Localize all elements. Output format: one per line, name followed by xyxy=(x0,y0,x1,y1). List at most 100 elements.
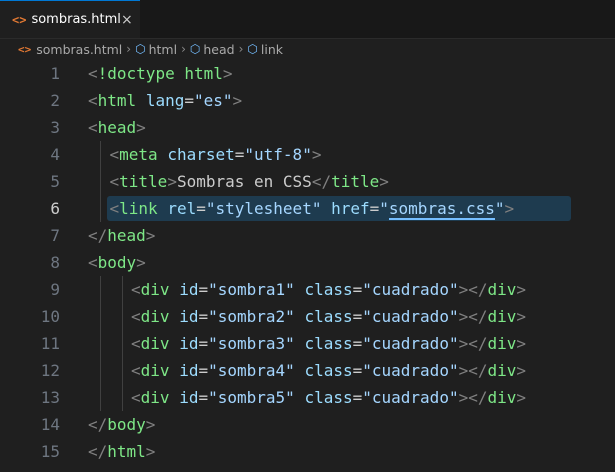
code-line[interactable]: 1 <!doctype html> xyxy=(0,60,615,87)
code-line[interactable]: 4 <meta charset="utf-8"> xyxy=(0,141,615,168)
line-number: 7 xyxy=(50,226,60,245)
code-token: div xyxy=(487,307,517,326)
line-number: 1 xyxy=(50,64,60,83)
code-line[interactable]: 3 <head> xyxy=(0,114,615,141)
line-number: 14 xyxy=(40,415,60,434)
code-token: meta xyxy=(119,145,158,164)
breadcrumb-item-head[interactable]: head xyxy=(203,42,234,57)
code-text: <div id="sombra2" class="cuadrado"></div… xyxy=(131,303,526,330)
code-token: > xyxy=(136,253,146,272)
code-text: <link rel="stylesheet" href="sombras.css… xyxy=(110,195,514,222)
code-token: class xyxy=(304,388,353,407)
code-line[interactable]: 7 </head> xyxy=(0,222,615,249)
code-token: html xyxy=(97,91,137,110)
code-token: ></ xyxy=(458,280,488,299)
indent-guide xyxy=(122,303,123,330)
chevron-right-icon: › xyxy=(238,42,244,56)
code-token: href xyxy=(331,199,370,218)
indent-guide xyxy=(122,357,123,384)
code-token: link xyxy=(119,199,158,218)
code-token: > xyxy=(516,280,527,299)
code-token: "cuadrado" xyxy=(362,280,459,299)
code-token: > xyxy=(516,388,527,407)
line-number: 3 xyxy=(50,118,60,137)
code-token: = xyxy=(352,307,363,326)
code-line[interactable]: 8 <body> xyxy=(0,249,615,276)
html-file-icon: <> xyxy=(12,12,27,27)
code-token: id xyxy=(179,361,199,380)
code-token: "cuadrado" xyxy=(362,334,459,353)
line-number: 4 xyxy=(50,145,60,164)
code-text: </html> xyxy=(88,438,155,465)
line-number: 12 xyxy=(40,361,60,380)
code-text: <div id="sombra1" class="cuadrado"></div… xyxy=(131,276,526,303)
tab-sombras-html[interactable]: <> sombras.html × xyxy=(0,0,140,38)
code-token: head xyxy=(107,226,146,245)
code-token: "sombra4" xyxy=(208,361,295,380)
code-line[interactable]: 2 <html lang="es"> xyxy=(0,87,615,114)
code-token: < xyxy=(131,361,141,380)
indent-guide xyxy=(100,303,101,330)
code-line[interactable]: 15 </html> xyxy=(0,438,615,465)
code-token: div xyxy=(140,334,170,353)
code-text: </body> xyxy=(88,411,155,438)
code-line[interactable]: 12 <div id="sombra4" class="cuadrado"></d… xyxy=(0,357,615,384)
code-token: " xyxy=(379,199,389,218)
code-editor[interactable]: 1 <!doctype html> 2 <html lang="es"> 3 <head>… xyxy=(0,60,615,472)
code-line[interactable]: 11 <div id="sombra3" class="cuadrado"></d… xyxy=(0,330,615,357)
code-token: "es" xyxy=(193,91,233,110)
code-line[interactable]: 10 <div id="sombra2" class="cuadrado"></d… xyxy=(0,303,615,330)
code-token: Sombras en CSS xyxy=(176,172,312,191)
code-token: < xyxy=(131,307,141,326)
code-token: = xyxy=(352,280,363,299)
code-token: = xyxy=(234,145,245,164)
code-token: = xyxy=(198,388,209,407)
code-token: div xyxy=(487,334,517,353)
close-icon[interactable]: × xyxy=(121,12,133,28)
html-file-icon: <> xyxy=(18,42,32,56)
code-token: id xyxy=(179,307,199,326)
code-line[interactable]: 14 </body> xyxy=(0,411,615,438)
code-token: lang xyxy=(145,91,185,110)
breadcrumb-item-html[interactable]: html xyxy=(149,42,177,57)
code-line[interactable]: 13 <div id="sombra5" class="cuadrado"></d… xyxy=(0,384,615,411)
code-token: = xyxy=(369,199,380,218)
code-token: div xyxy=(140,388,170,407)
code-token: </ xyxy=(88,415,108,434)
code-line[interactable]: 6 <link rel="stylesheet" href="sombras.cs… xyxy=(0,195,615,222)
code-token: title xyxy=(119,172,168,191)
chevron-right-icon: › xyxy=(181,42,186,56)
breadcrumb: <> sombras.html › ⬡ html › ⬡ head › ⬡ li… xyxy=(0,38,615,60)
code-token: ></ xyxy=(458,334,488,353)
code-token: sombras.css xyxy=(388,199,495,220)
indent-guide xyxy=(100,195,101,222)
breadcrumb-file[interactable]: sombras.html xyxy=(36,42,122,57)
indent-guide xyxy=(122,384,123,411)
breadcrumb-item-link[interactable]: link xyxy=(261,42,283,57)
line-number: 2 xyxy=(50,91,60,110)
code-line[interactable]: 5 <title>Sombras en CSS</title> xyxy=(0,168,615,195)
code-token: "cuadrado" xyxy=(362,307,459,326)
code-token: "sombra3" xyxy=(208,334,295,353)
code-token: ></ xyxy=(458,307,488,326)
code-token: > xyxy=(145,442,156,461)
code-line[interactable]: 9 <div id="sombra1" class="cuadrado"></di… xyxy=(0,276,615,303)
indent-guide xyxy=(100,357,101,384)
code-token: = xyxy=(352,334,363,353)
code-token: ></ xyxy=(458,388,488,407)
code-token: "sombra1" xyxy=(208,280,295,299)
line-number: 15 xyxy=(40,442,60,461)
code-token: > xyxy=(167,172,177,191)
line-number: 8 xyxy=(50,253,60,272)
code-token: div xyxy=(140,361,170,380)
element-icon: ⬡ xyxy=(247,42,258,56)
code-token: < xyxy=(131,388,141,407)
code-token: div xyxy=(487,388,517,407)
code-token: > xyxy=(145,226,156,245)
code-token: > xyxy=(311,145,322,164)
